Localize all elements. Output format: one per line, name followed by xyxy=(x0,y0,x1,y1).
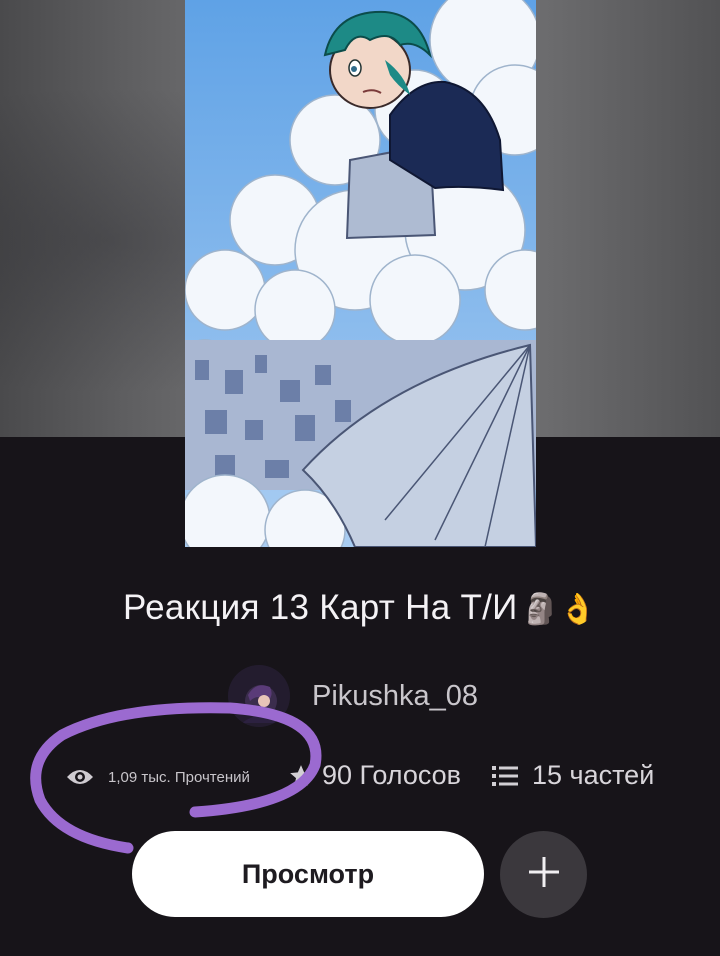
author-row[interactable]: Pikushka_08 xyxy=(228,665,478,727)
star-icon xyxy=(288,763,314,789)
avatar[interactable] xyxy=(228,665,290,727)
add-to-library-button[interactable] xyxy=(500,831,587,918)
list-icon xyxy=(492,765,518,787)
story-title: Реакция 13 Карт На Т/И 🗿👌 xyxy=(0,588,720,628)
author-name[interactable]: Pikushka_08 xyxy=(312,680,478,713)
story-title-text: Реакция 13 Карт На Т/И xyxy=(123,588,518,627)
plus-icon xyxy=(527,855,561,894)
story-stats: 1,09 тыс. Прочтений 90 Голосов 15 частей xyxy=(0,760,720,804)
parts-count: 15 частей xyxy=(532,760,655,790)
eye-icon xyxy=(66,768,94,786)
reads-stat: 1,09 тыс. Прочтений xyxy=(66,768,250,786)
parts-stat: 15 частей xyxy=(492,760,654,791)
votes-stat: 90 Голосов xyxy=(288,760,461,791)
votes-count: 90 Голосов xyxy=(322,760,462,790)
reads-count: 1,09 тыс. Прочтений xyxy=(108,768,250,786)
read-button[interactable]: Просмотр xyxy=(132,831,484,917)
title-emojis: 🗿👌 xyxy=(521,593,597,626)
story-cover-image[interactable] xyxy=(185,0,536,547)
